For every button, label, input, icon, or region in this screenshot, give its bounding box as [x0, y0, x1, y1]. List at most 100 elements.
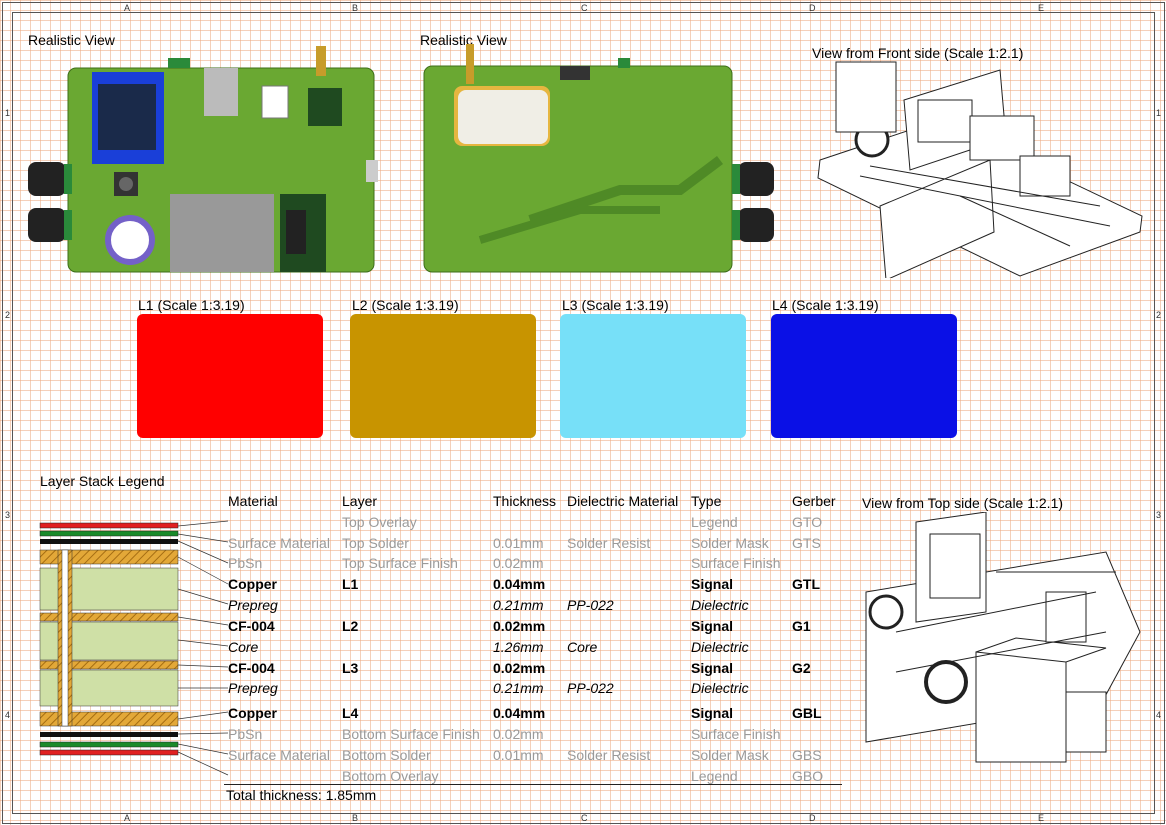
legend-row-6-type: Dielectric [691, 639, 749, 655]
legend-row-6-thickness: 1.26mm [493, 639, 544, 655]
legend-row-10-thickness: 0.02mm [493, 726, 544, 742]
legend-row-0-type: Legend [691, 514, 738, 530]
legend-row-11-type: Solder Mask [691, 747, 769, 763]
top-side-view-title: View from Top side (Scale 1:2.1) [862, 495, 1064, 511]
pcb-back-realistic-image [423, 44, 774, 273]
layer-l1-plate [137, 314, 323, 438]
legend-row-5-thickness: 0.02mm [493, 618, 546, 634]
pcb-top-side-3d-image [865, 512, 1141, 763]
layer-stack-diagram [39, 520, 229, 776]
drawing-sheet: A B C D E A B C D E 1 2 3 4 1 2 3 4 Real… [0, 0, 1166, 825]
legend-row-11-dielectric: Solder Resist [567, 747, 651, 763]
legend-row-10-layer: Bottom Surface Finish [342, 726, 480, 742]
legend-row-7-layer: L3 [342, 660, 359, 676]
legend-row-0-layer: Top Overlay [342, 514, 417, 530]
legend-row-7-type: Signal [691, 660, 734, 676]
legend-row-9-material: Copper [228, 705, 277, 721]
legend-row-10-type: Surface Finish [691, 726, 781, 742]
header-layer: Layer [342, 493, 378, 509]
layer-l4-plate [771, 314, 957, 438]
legend-row-4-type: Dielectric [691, 597, 749, 613]
zone-col-c-bottom: C [581, 813, 588, 823]
legend-row-12-layer: Bottom Overlay [342, 768, 439, 784]
legend-row-9-gerber: GBL [792, 705, 822, 721]
header-gerber: Gerber [792, 493, 836, 509]
total-divider [224, 784, 842, 785]
legend-row-9-type: Signal [691, 705, 734, 721]
zone-row-1-right: 1 [1156, 108, 1162, 118]
zone-col-a-top: A [124, 3, 131, 13]
legend-row-5-type: Signal [691, 618, 734, 634]
legend-row-1-material: Surface Material [228, 535, 330, 551]
layer-l2-plate [350, 314, 536, 438]
layer-l2-title: L2 (Scale 1:3.19) [352, 297, 459, 313]
pcb-front-side-3d-image [817, 61, 1143, 278]
legend-row-8-type: Dielectric [691, 680, 749, 696]
legend-row-2-thickness: 0.02mm [493, 555, 544, 571]
zone-col-d-top: D [809, 3, 816, 13]
zone-row-2-right: 2 [1156, 310, 1162, 320]
legend-row-3-gerber: GTL [792, 576, 820, 592]
zone-row-1-left: 1 [5, 108, 11, 118]
legend-row-11-layer: Bottom Solder [342, 747, 431, 763]
legend-row-8-thickness: 0.21mm [493, 680, 544, 696]
legend-row-7-thickness: 0.02mm [493, 660, 546, 676]
legend-row-11-material: Surface Material [228, 747, 330, 763]
legend-row-8-material: Prepreg [228, 680, 278, 696]
legend-row-12-gerber: GBO [792, 768, 824, 784]
header-type: Type [691, 493, 722, 509]
zone-row-3-right: 3 [1156, 510, 1162, 520]
legend-row-5-material: CF-004 [228, 618, 275, 634]
zone-row-2-left: 2 [5, 310, 11, 320]
zone-col-d-bottom: D [809, 813, 816, 823]
legend-row-1-thickness: 0.01mm [493, 535, 544, 551]
zone-row-4-right: 4 [1156, 710, 1162, 720]
header-material: Material [228, 493, 278, 509]
zone-col-b-top: B [352, 3, 359, 13]
layer-l4-title: L4 (Scale 1:3.19) [772, 297, 879, 313]
zone-col-a-bottom: A [124, 813, 131, 823]
legend-row-7-material: CF-004 [228, 660, 275, 676]
layer-l1-title: L1 (Scale 1:3.19) [138, 297, 245, 313]
zone-col-e-top: E [1038, 3, 1045, 13]
legend-row-4-dielectric: PP-022 [567, 597, 614, 613]
legend-row-11-gerber: GBS [792, 747, 822, 763]
zone-col-e-bottom: E [1038, 813, 1045, 823]
legend-row-5-gerber: G1 [792, 618, 811, 634]
legend-row-9-layer: L4 [342, 705, 359, 721]
legend-row-8-dielectric: PP-022 [567, 680, 614, 696]
header-dielectric: Dielectric Material [567, 493, 679, 509]
zone-col-b-bottom: B [352, 813, 359, 823]
layer-l3-plate [560, 314, 746, 438]
legend-row-3-material: Copper [228, 576, 277, 592]
legend-row-6-material: Core [228, 639, 259, 655]
legend-row-5-layer: L2 [342, 618, 359, 634]
layer-l3-title: L3 (Scale 1:3.19) [562, 297, 669, 313]
legend-row-2-layer: Top Surface Finish [342, 555, 458, 571]
legend-row-1-dielectric: Solder Resist [567, 535, 651, 551]
legend-row-1-gerber: GTS [792, 535, 821, 551]
total-thickness: Total thickness: 1.85mm [226, 787, 377, 803]
legend-row-0-gerber: GTO [792, 514, 823, 530]
legend-row-3-thickness: 0.04mm [493, 576, 546, 592]
legend-row-2-type: Surface Finish [691, 555, 781, 571]
legend-row-1-layer: Top Solder [342, 535, 409, 551]
legend-title: Layer Stack Legend [40, 473, 165, 489]
legend-row-3-type: Signal [691, 576, 734, 592]
legend-row-4-thickness: 0.21mm [493, 597, 544, 613]
pcb-front-realistic-image [28, 46, 378, 273]
legend-row-6-dielectric: Core [567, 639, 598, 655]
legend-row-4-material: Prepreg [228, 597, 278, 613]
legend-row-3-layer: L1 [342, 576, 359, 592]
legend-row-10-material: PbSn [228, 726, 263, 742]
zone-row-3-left: 3 [5, 510, 11, 520]
header-thickness: Thickness [493, 493, 557, 509]
legend-row-7-gerber: G2 [792, 660, 811, 676]
zone-row-4-left: 4 [5, 710, 11, 720]
legend-row-12-type: Legend [691, 768, 738, 784]
zone-col-c-top: C [581, 3, 588, 13]
legend-row-2-material: PbSn [228, 555, 263, 571]
legend-row-1-type: Solder Mask [691, 535, 769, 551]
legend-row-11-thickness: 0.01mm [493, 747, 544, 763]
legend-row-9-thickness: 0.04mm [493, 705, 546, 721]
